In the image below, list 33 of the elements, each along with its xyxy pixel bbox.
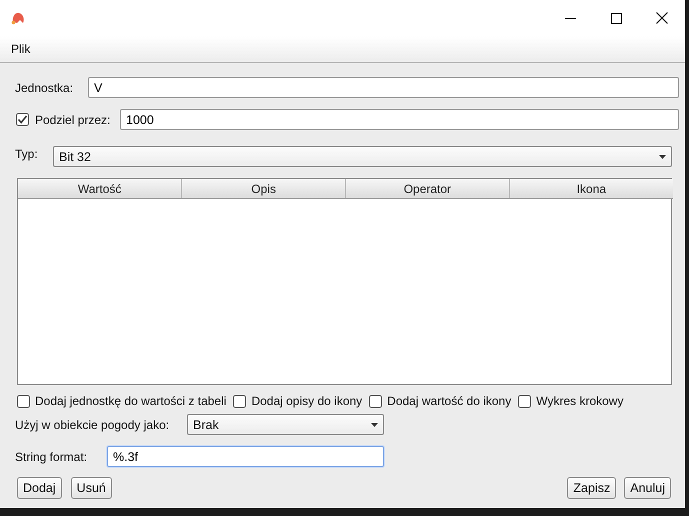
- dropdown-arrow-icon: [659, 154, 666, 158]
- field-label: Jednostka:: [15, 80, 74, 94]
- type-dropdown[interactable]: Bit 32: [53, 146, 672, 167]
- column-header[interactable]: Opis: [182, 179, 346, 198]
- field-label: Użyj w obiekcie pogody jako:: [15, 418, 170, 432]
- dropdown-arrow-icon: [371, 422, 378, 426]
- checkbox-label: Dodaj opisy do ikony: [251, 394, 362, 408]
- checkbox[interactable]: [16, 113, 29, 126]
- checkbox-label: Podziel przez:: [35, 112, 112, 126]
- dialog-button[interactable]: Anuluj: [624, 477, 671, 499]
- divisor-field[interactable]: 1000: [120, 109, 679, 130]
- column-header[interactable]: Wartość: [18, 179, 182, 198]
- field-label: Typ:: [15, 147, 39, 161]
- menu-item[interactable]: Plik: [0, 42, 42, 56]
- checkbox[interactable]: [17, 394, 30, 408]
- column-header[interactable]: Operator: [346, 179, 510, 198]
- action-button[interactable]: Dodaj: [17, 477, 62, 499]
- maximize-icon[interactable]: [610, 12, 622, 24]
- string-format-field[interactable]: %.3f: [107, 446, 384, 467]
- action-button[interactable]: Usuń: [70, 477, 112, 499]
- checkbox[interactable]: [518, 394, 532, 408]
- close-icon[interactable]: [656, 12, 668, 24]
- app-logo-icon: [11, 11, 25, 25]
- column-header[interactable]: Ikona: [509, 179, 673, 198]
- weather-dropdown[interactable]: Brak: [187, 414, 384, 435]
- checkbox[interactable]: [233, 394, 246, 408]
- checkbox[interactable]: [369, 394, 382, 408]
- checkbox-label: Dodaj wartość do ikony: [387, 394, 512, 408]
- checkbox-label: Wykres krokowy: [536, 394, 624, 408]
- unit-field[interactable]: V: [88, 77, 679, 98]
- checkbox-label: Dodaj jednostkę do wartości z tabeli: [35, 394, 226, 408]
- field-label: String format:: [15, 450, 88, 464]
- dialog-button[interactable]: Zapisz: [567, 477, 616, 499]
